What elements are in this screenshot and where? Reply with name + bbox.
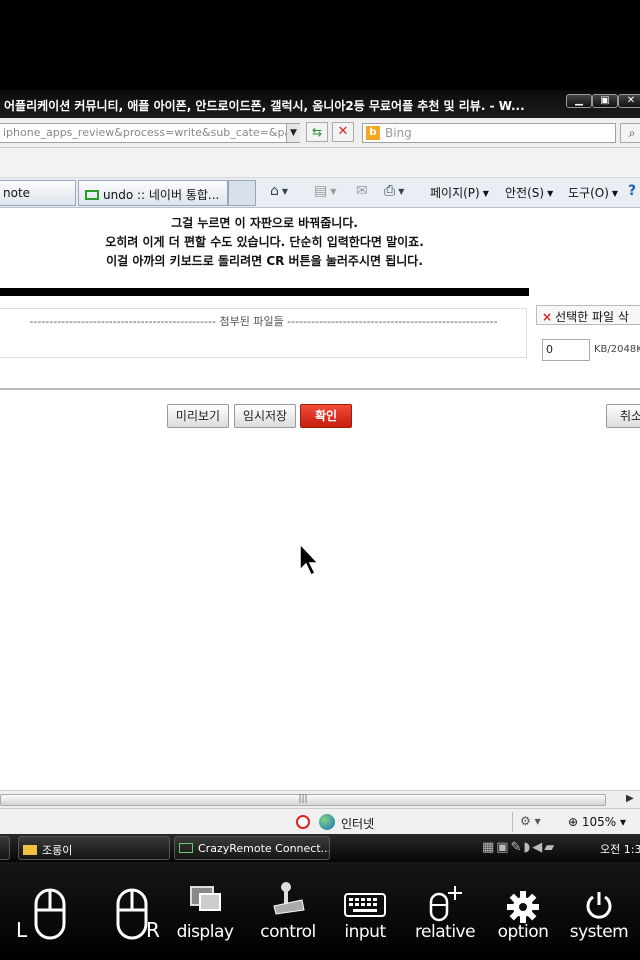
attached-files-box[interactable]: ----------------------------------------…	[0, 308, 527, 358]
system-tray-icons[interactable]: ▦▣✎◗◀▰	[482, 840, 556, 855]
power-icon	[586, 892, 612, 919]
mouse-cursor-icon	[299, 542, 320, 577]
control-button[interactable]: control	[250, 862, 326, 960]
windows-taskbar: 조롱이 CrazyRemote Connect... ▦▣✎◗◀▰ 오전 1:3	[0, 834, 640, 862]
temp-save-button[interactable]: 임시저장	[234, 404, 296, 428]
remote-connection-icon	[179, 843, 193, 853]
taskbar-clock[interactable]: 오전 1:3	[600, 841, 640, 857]
tool-label: input	[344, 922, 386, 942]
display-icon	[190, 886, 221, 911]
attached-files-label: ----------------------------------------…	[29, 315, 498, 328]
close-button[interactable]: ✕	[618, 94, 640, 108]
file-size-unit: KB/2048K	[594, 344, 640, 355]
file-size-field[interactable]: 0	[542, 339, 590, 361]
address-input[interactable]: iphone_apps_review&process=write&sub_cat…	[0, 123, 300, 143]
tab-label: undo :: 네이버 통합...	[103, 188, 220, 202]
confirm-button[interactable]: 확인	[300, 404, 352, 428]
remote-screen[interactable]: 어플리케이션 커뮤니티, 애플 아이폰, 안드로이드폰, 갤럭시, 옴니아2등 …	[0, 0, 640, 960]
tool-label: display	[176, 922, 234, 942]
right-click-button[interactable]: R	[96, 862, 168, 960]
delete-icon: ×	[542, 310, 553, 324]
scroll-right-icon[interactable]: ▶	[626, 793, 634, 804]
maximize-button[interactable]: ▣	[592, 94, 618, 108]
tool-label: relative	[414, 922, 476, 942]
gear-icon	[507, 891, 539, 923]
globe-icon	[319, 814, 335, 830]
horizontal-scrollbar[interactable]: ||| ▶	[0, 790, 640, 808]
zoom-level[interactable]: ⊕ 105% ▾	[568, 815, 626, 829]
tab-undo[interactable]: undo :: 네이버 통합...	[78, 180, 228, 206]
protected-mode-icon[interactable]: ⚙ ▾	[520, 814, 541, 828]
tools-menu[interactable]: 도구(O) ▼	[568, 184, 618, 201]
tool-label: option	[497, 922, 549, 942]
right-mark: R	[146, 918, 160, 942]
editor-bottom-bar	[0, 288, 529, 296]
post-editor[interactable]: 그걸 누르면 이 자판으로 바꿔줍니다. 오히려 이게 더 편할 수도 있습니다…	[0, 208, 640, 288]
folder-icon	[23, 845, 37, 855]
search-icon[interactable]: ⌕	[620, 123, 640, 143]
relative-mouse-icon	[429, 886, 462, 922]
editor-line: 오히려 이게 더 편할 수도 있습니다. 단순히 입력한다면 말이죠.	[105, 235, 424, 249]
page-menu[interactable]: 페이지(P) ▼	[430, 184, 489, 201]
input-button[interactable]: input	[330, 862, 400, 960]
tab-note[interactable]: note	[0, 180, 76, 206]
minimize-button[interactable]: ▁	[566, 94, 592, 108]
taskbar-item-crazyremote[interactable]: CrazyRemote Connect...	[174, 836, 330, 860]
mouse-icon	[34, 888, 66, 940]
security-zone-label: 인터넷	[341, 817, 375, 831]
joystick-icon	[273, 882, 305, 915]
home-icon[interactable]: ⌂ ▼	[270, 183, 288, 199]
mouse-icon	[116, 888, 148, 940]
refresh-icon[interactable]: ⇆	[306, 122, 328, 142]
keyboard-icon	[344, 893, 386, 917]
address-toolbar: iphone_apps_review&process=write&sub_cat…	[0, 118, 640, 148]
help-icon[interactable]: ?	[628, 183, 636, 199]
window-title: 어플리케이션 커뮤니티, 애플 아이폰, 안드로이드폰, 갤럭시, 옴니아2등 …	[4, 99, 525, 113]
page-favicon-icon	[85, 190, 99, 200]
divider	[512, 812, 513, 832]
taskbar-item-folder[interactable]: 조롱이	[18, 836, 170, 860]
web-page: 그걸 누르면 이 자판으로 바꿔줍니다. 오히려 이게 더 편할 수도 있습니다…	[0, 208, 640, 790]
safety-menu[interactable]: 안전(S) ▼	[505, 184, 553, 201]
popup-blocked-icon[interactable]	[296, 815, 310, 829]
scrollbar-thumb[interactable]: |||	[0, 794, 606, 806]
mail-icon[interactable]: ✉	[356, 183, 368, 199]
left-mark: L	[16, 918, 28, 942]
stop-icon[interactable]: ✕	[332, 122, 354, 142]
remote-control-toolbar: L R display control input relative optio…	[0, 862, 640, 960]
option-button[interactable]: option	[490, 862, 556, 960]
system-button[interactable]: system	[566, 862, 632, 960]
left-click-button[interactable]: L	[14, 862, 86, 960]
bing-icon: b	[366, 126, 380, 140]
favorites-bar	[0, 148, 640, 178]
print-icon[interactable]: ⎙ ▼	[384, 183, 404, 199]
editor-line: 이걸 아까의 키보드로 돌리려면 CR 버튼을 눌러주시면 됩니다.	[106, 254, 423, 268]
taskbar-item[interactable]	[0, 836, 10, 860]
display-button[interactable]: display	[170, 862, 240, 960]
cancel-button[interactable]: 취소	[606, 404, 640, 428]
relative-button[interactable]: relative	[408, 862, 482, 960]
new-tab-button[interactable]	[228, 180, 256, 206]
preview-button[interactable]: 미리보기	[167, 404, 229, 428]
tool-label: system	[569, 922, 629, 942]
tool-label: control	[260, 922, 316, 942]
search-input[interactable]: Bing	[362, 123, 616, 143]
tab-label: note	[3, 186, 31, 200]
tab-bar: note undo :: 네이버 통합... ⌂ ▼ ▤ ▼ ✉ ⎙ ▼ 페이지(P)…	[0, 178, 640, 208]
address-dropdown-icon[interactable]: ▼	[286, 124, 300, 142]
editor-line: 그걸 누르면 이 자판으로 바꿔줍니다.	[171, 216, 358, 230]
window-titlebar[interactable]: 어플리케이션 커뮤니티, 애플 아이폰, 안드로이드폰, 갤럭시, 옴니아2등 …	[0, 90, 640, 118]
divider	[0, 388, 640, 390]
feeds-icon[interactable]: ▤ ▼	[314, 183, 336, 199]
status-bar: 인터넷 ⚙ ▾ ⊕ 105% ▾	[0, 808, 640, 834]
delete-selected-file-button[interactable]: × 선택한 파일 삭	[536, 305, 640, 325]
